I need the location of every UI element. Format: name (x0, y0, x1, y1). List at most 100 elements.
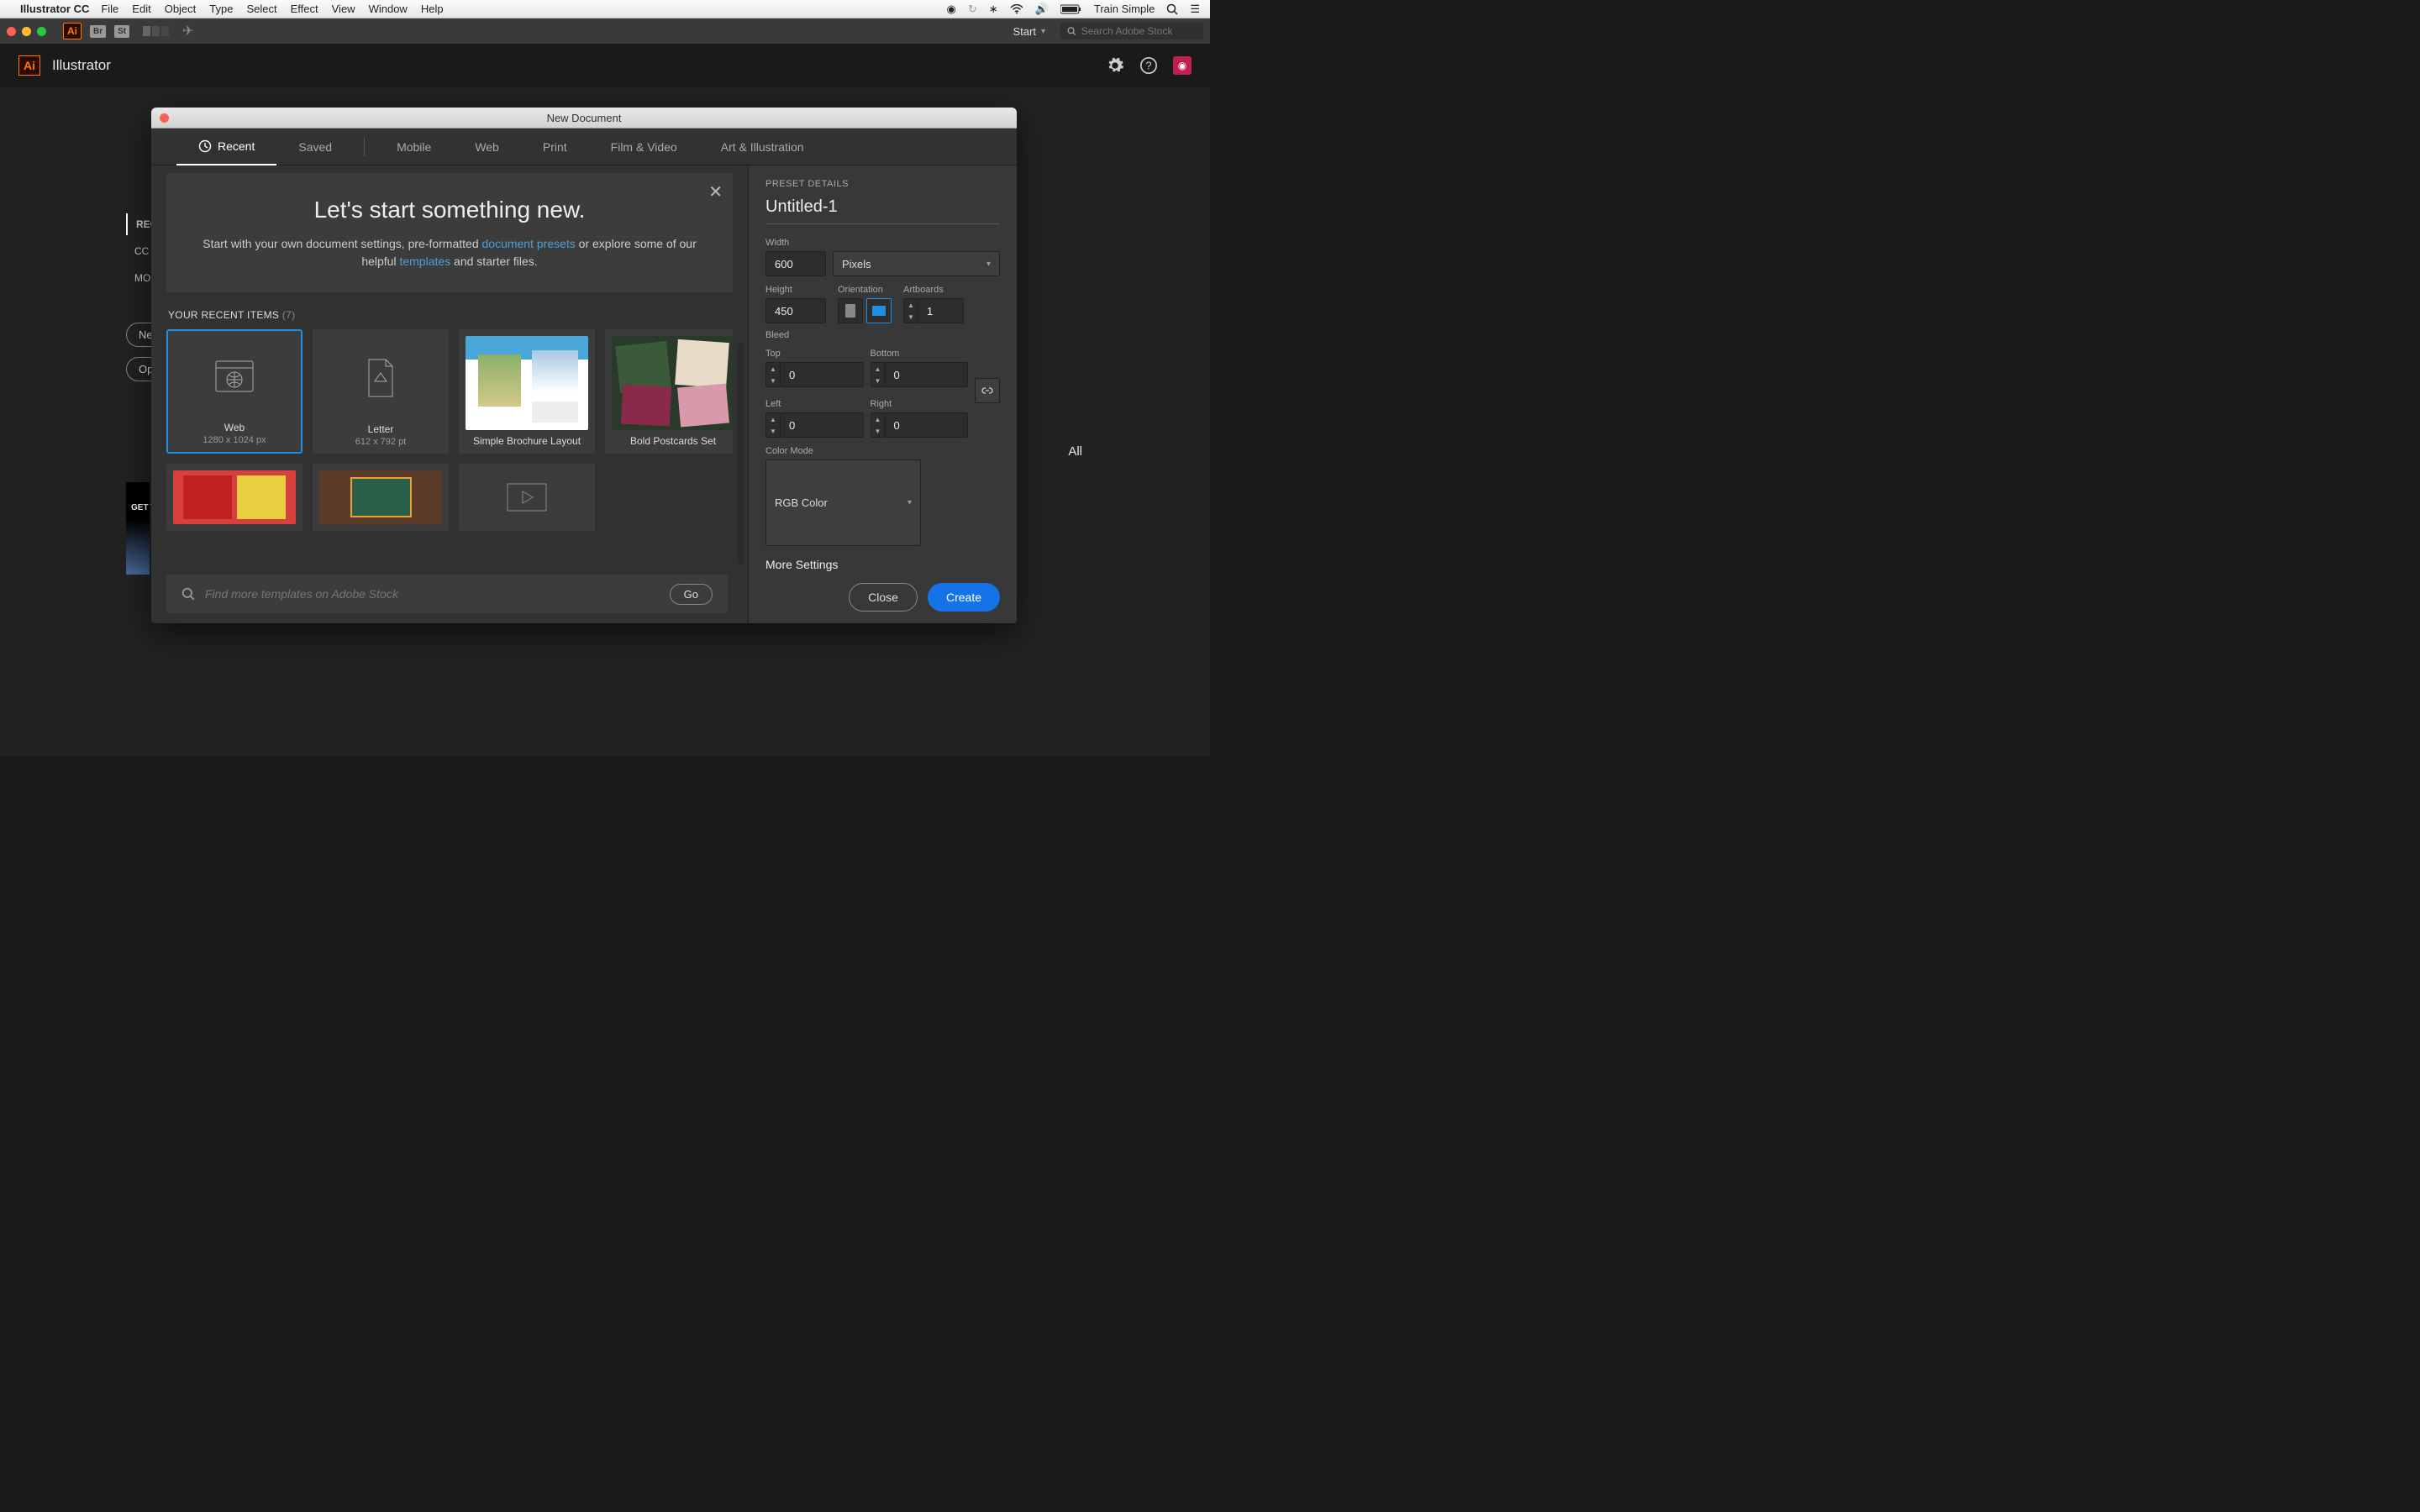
help-icon[interactable]: ? (1139, 56, 1158, 75)
stepper-down-icon[interactable]: ▼ (871, 425, 885, 437)
width-input[interactable]: 600 (765, 251, 826, 276)
window-minimize-icon[interactable] (22, 27, 31, 36)
preset-web[interactable]: Web 1280 x 1024 px (166, 329, 302, 454)
intro-close-icon[interactable]: ✕ (708, 181, 723, 202)
bleed-top-input[interactable]: 0 (781, 362, 864, 387)
tab-web[interactable]: Web (453, 129, 521, 165)
bridge-icon[interactable]: Br (90, 25, 106, 38)
close-button[interactable]: Close (849, 583, 918, 612)
bleed-label: Bleed (765, 330, 1000, 340)
stepper-down-icon[interactable]: ▼ (871, 375, 885, 386)
preset-postcards[interactable]: Bold Postcards Set (605, 329, 733, 454)
template-search-input[interactable] (205, 587, 660, 601)
orientation-portrait[interactable] (838, 298, 863, 323)
arrange-documents-icon[interactable] (143, 26, 169, 36)
link-templates[interactable]: templates (399, 255, 450, 268)
preset-dims: 1280 x 1024 px (203, 435, 266, 445)
preset-template-5[interactable] (166, 464, 302, 531)
bleed-top-stepper[interactable]: ▲▼ (765, 362, 781, 387)
bleed-bottom-stepper[interactable]: ▲▼ (871, 362, 886, 387)
stepper-down-icon[interactable]: ▼ (766, 425, 780, 437)
status-bluetooth-icon[interactable]: ∗ (989, 3, 998, 16)
menu-help[interactable]: Help (421, 3, 444, 15)
stepper-down-icon[interactable]: ▼ (766, 375, 780, 386)
height-input[interactable]: 450 (765, 298, 826, 323)
bleed-left-input[interactable]: 0 (781, 412, 864, 438)
menu-effect[interactable]: Effect (291, 3, 318, 15)
menu-window[interactable]: Window (369, 3, 408, 15)
bleed-right-label: Right (871, 399, 969, 409)
adobe-stock-search[interactable] (1060, 23, 1203, 39)
gear-icon[interactable] (1106, 56, 1124, 75)
colormode-value: RGB Color (775, 496, 828, 509)
scrollbar[interactable] (738, 342, 744, 564)
menu-select[interactable]: Select (246, 3, 276, 15)
gpu-icon[interactable]: ✈ (182, 23, 193, 39)
menu-object[interactable]: Object (165, 3, 197, 15)
stepper-up-icon[interactable]: ▲ (904, 299, 918, 311)
menu-edit[interactable]: Edit (132, 3, 150, 15)
window-close-icon[interactable] (7, 27, 16, 36)
preset-video[interactable] (459, 464, 595, 531)
bleed-bottom-input[interactable]: 0 (886, 362, 969, 387)
preset-template-6[interactable] (313, 464, 449, 531)
window-zoom-icon[interactable] (37, 27, 46, 36)
colormode-select[interactable]: RGB Color ▾ (765, 459, 921, 546)
home-filter-all[interactable]: All (1068, 444, 1082, 459)
bleed-left-stepper[interactable]: ▲▼ (765, 412, 781, 438)
chevron-down-icon: ▾ (908, 498, 912, 507)
tab-print[interactable]: Print (521, 129, 589, 165)
artboards-label: Artboards (903, 285, 964, 295)
search-icon (182, 587, 195, 601)
tab-saved[interactable]: Saved (276, 129, 354, 165)
search-icon (1067, 26, 1076, 36)
adobe-stock-search-input[interactable] (1081, 25, 1197, 37)
status-wifi-icon[interactable] (1010, 4, 1023, 14)
tab-mobile[interactable]: Mobile (375, 129, 453, 165)
status-sync-icon[interactable]: ◉ (947, 3, 956, 16)
tab-film-video[interactable]: Film & Video (589, 129, 699, 165)
stock-icon[interactable]: St (114, 25, 129, 38)
tab-saved-label: Saved (298, 140, 332, 154)
status-battery-icon[interactable] (1060, 4, 1082, 14)
menu-file[interactable]: File (101, 3, 118, 15)
preset-brochure[interactable]: Simple Brochure Layout (459, 329, 595, 454)
promo-thumb[interactable] (126, 482, 150, 575)
more-settings-button[interactable]: More Settings (765, 558, 1000, 571)
link-document-presets[interactable]: document presets (482, 237, 576, 250)
spotlight-icon[interactable] (1166, 3, 1178, 15)
artboards-stepper[interactable]: ▲▼ (903, 298, 918, 323)
bleed-right-input[interactable]: 0 (886, 412, 969, 438)
tab-art-illustration[interactable]: Art & Illustration (699, 129, 826, 165)
stepper-up-icon[interactable]: ▲ (766, 413, 780, 425)
stepper-up-icon[interactable]: ▲ (766, 363, 780, 375)
units-select[interactable]: Pixels▾ (833, 251, 1000, 276)
artboards-input[interactable]: 1 (918, 298, 964, 323)
stepper-up-icon[interactable]: ▲ (871, 413, 885, 425)
svg-text:?: ? (1145, 60, 1151, 72)
go-button[interactable]: Go (670, 584, 713, 605)
bleed-top-label: Top (765, 349, 864, 359)
status-volume-icon[interactable]: 🔊 (1035, 3, 1049, 16)
preset-letter[interactable]: Letter 612 x 792 pt (313, 329, 449, 454)
document-name-field[interactable]: Untitled-1 (765, 197, 1000, 224)
menubar-app-name[interactable]: Illustrator CC (20, 3, 89, 15)
tab-recent[interactable]: Recent (176, 129, 276, 165)
orientation-landscape[interactable] (866, 298, 892, 323)
dialog-titlebar: New Document (151, 108, 1017, 129)
workspace-switcher[interactable]: Start ▾ (1007, 22, 1053, 41)
preset-name: Simple Brochure Layout (473, 435, 581, 447)
cc-libraries-icon[interactable]: ◉ (1173, 56, 1192, 75)
menu-list-icon[interactable]: ☰ (1190, 3, 1200, 16)
stepper-down-icon[interactable]: ▼ (904, 311, 918, 323)
menu-view[interactable]: View (332, 3, 355, 15)
link-bleed-icon[interactable] (975, 378, 1000, 403)
dialog-close-icon[interactable] (160, 113, 169, 123)
menu-type[interactable]: Type (209, 3, 233, 15)
product-title: Illustrator (52, 57, 111, 74)
status-timemachine-icon[interactable]: ↻ (968, 3, 977, 16)
stepper-up-icon[interactable]: ▲ (871, 363, 885, 375)
menubar-user[interactable]: Train Simple (1094, 3, 1155, 15)
bleed-right-stepper[interactable]: ▲▼ (871, 412, 886, 438)
create-button[interactable]: Create (928, 583, 1000, 612)
